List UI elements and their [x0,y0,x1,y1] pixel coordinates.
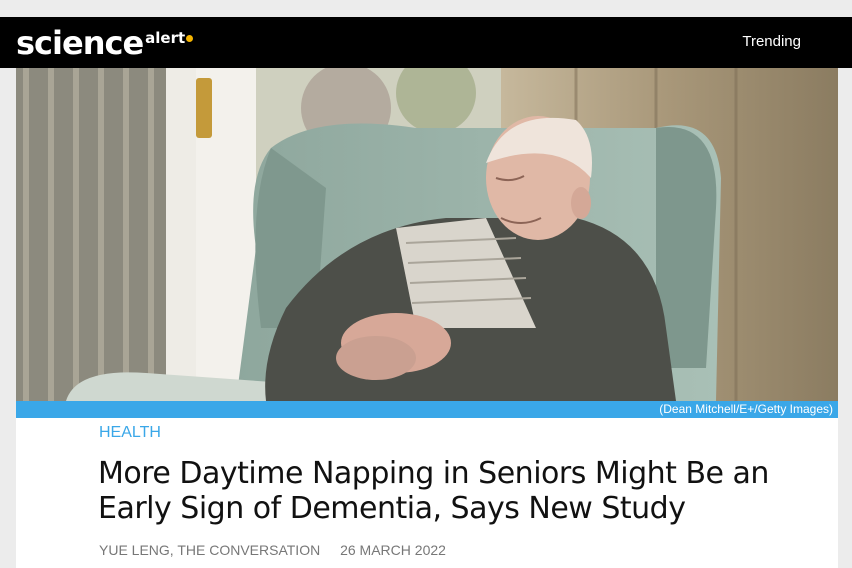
logo-wordmark-alert: alert [145,29,186,47]
publish-date: 26 MARCH 2022 [340,542,446,558]
logo-spark-icon [186,35,194,42]
site-header: science alert Trending [0,17,852,68]
category-link-health[interactable]: HEALTH [99,424,161,442]
article-header: HEALTH More Daytime Napping in Seniors M… [16,418,838,568]
logo-wordmark-science: science [16,24,144,62]
hero-image [16,68,838,401]
image-credit: (Dean Mitchell/E+/Getty Images) [659,402,833,416]
nav-trending-link[interactable]: Trending [742,33,801,50]
author-name[interactable]: YUE LENG, THE CONVERSATION [99,542,320,558]
image-credit-bar: (Dean Mitchell/E+/Getty Images) [16,401,838,418]
article-headline: More Daytime Napping in Seniors Might Be… [98,456,769,526]
hero-photo-illustration [16,68,838,401]
article-byline: YUE LENG, THE CONVERSATION 26 MARCH 2022 [99,542,462,558]
sciencealert-logo[interactable]: science alert [16,23,194,63]
